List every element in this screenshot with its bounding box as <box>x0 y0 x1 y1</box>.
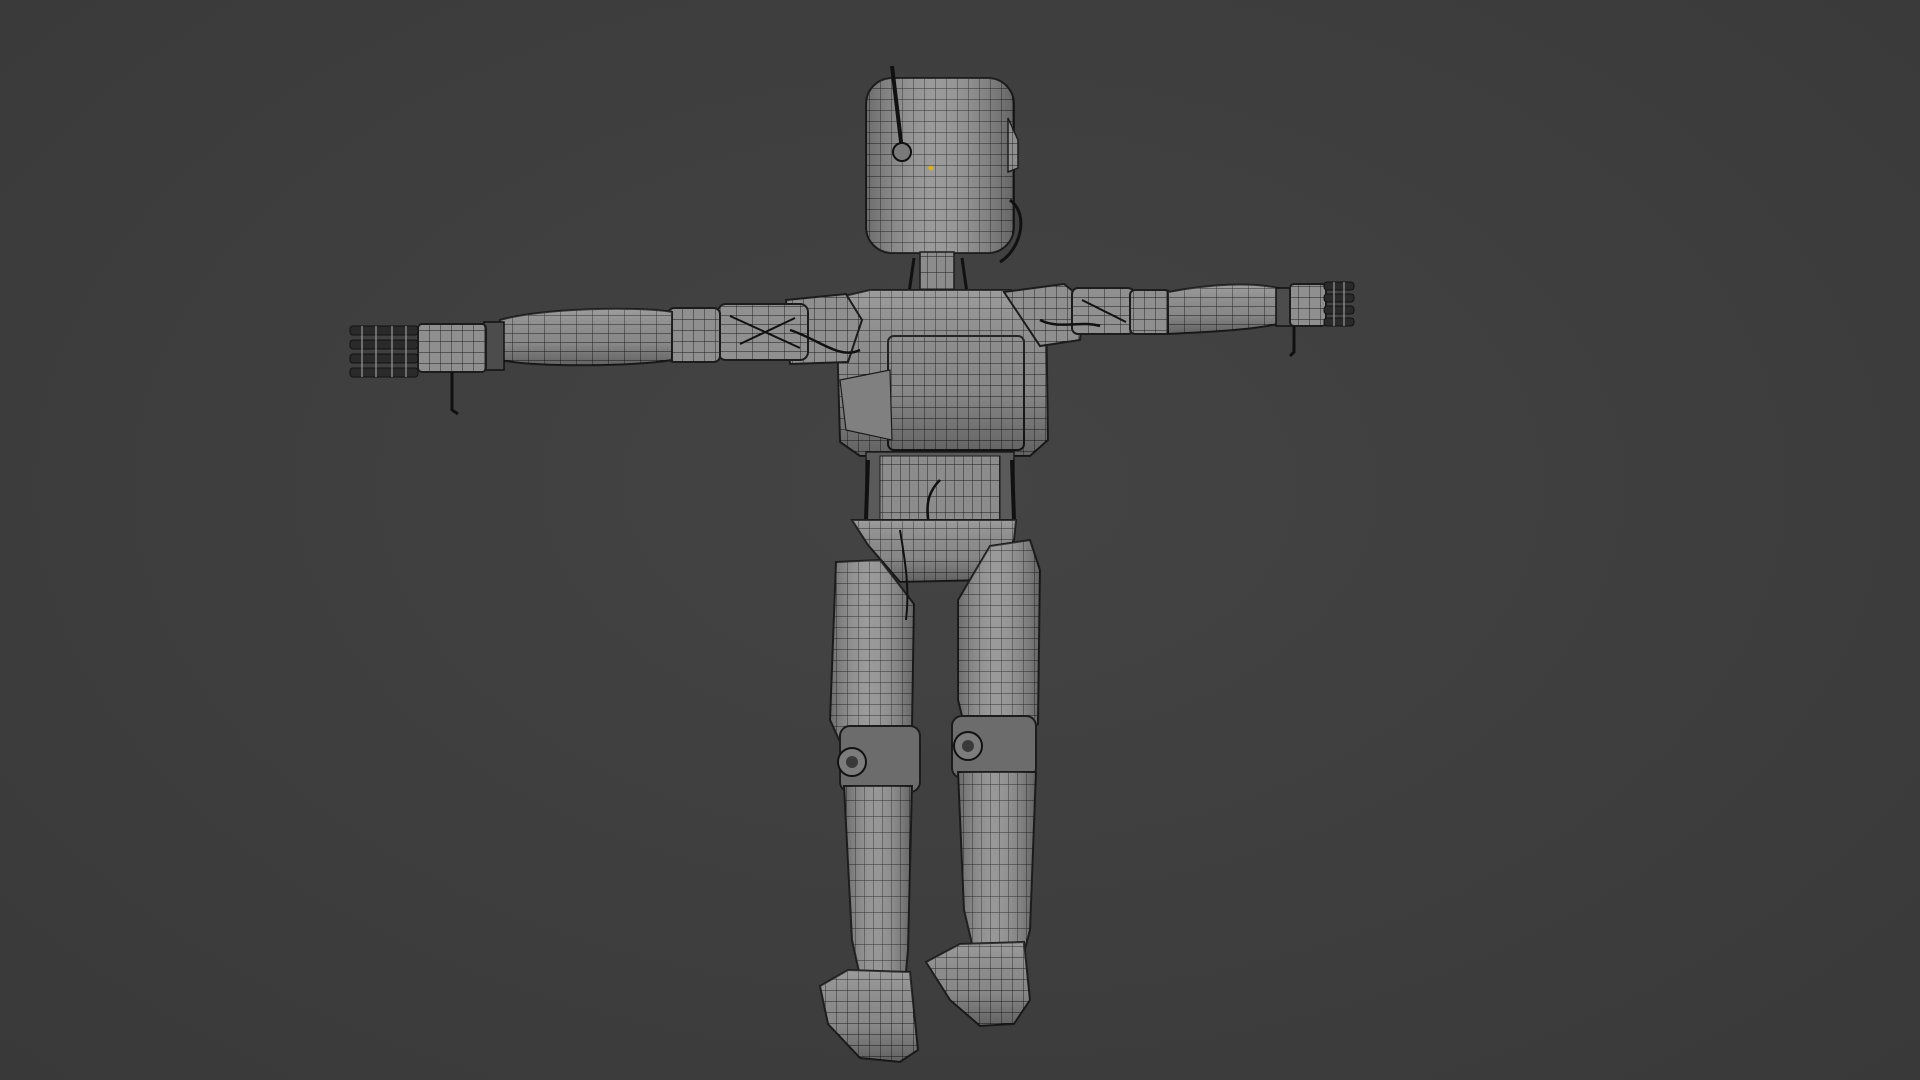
3d-viewport[interactable] <box>0 0 1920 1080</box>
robot-hand-left-fingers <box>349 325 419 378</box>
robot-hand-right-fingers <box>1323 281 1355 327</box>
robot-leg-left[interactable] <box>818 558 921 1064</box>
robot-model-wireframe <box>349 65 1355 1064</box>
robot-arm-right[interactable] <box>1002 282 1327 358</box>
robot-torso[interactable] <box>834 289 1050 457</box>
robot-head[interactable] <box>865 65 1023 264</box>
robot-leg-right[interactable] <box>924 538 1042 1028</box>
robot-arm-left[interactable] <box>417 292 864 416</box>
